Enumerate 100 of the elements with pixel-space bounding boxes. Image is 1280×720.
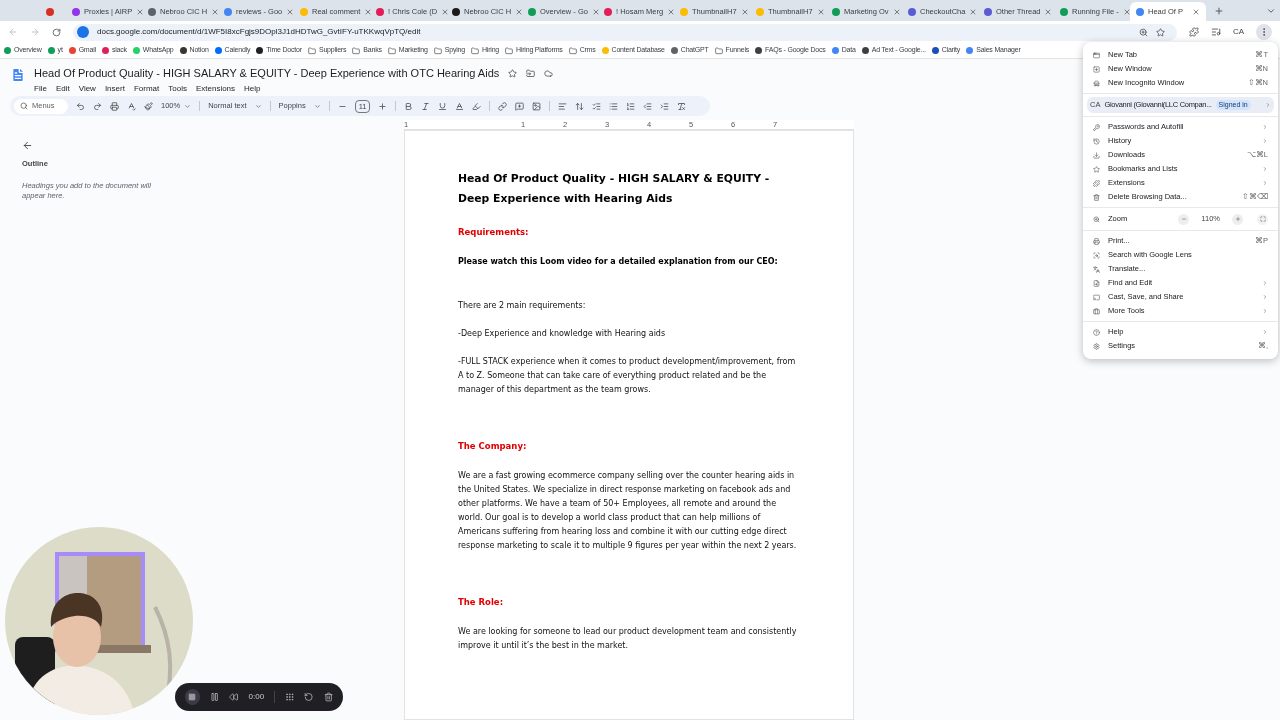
paragraph: -Deep Experience and knowledge with Hearing aids [458, 328, 667, 340]
stop-icon [188, 693, 197, 701]
numbered-list-icon[interactable] [626, 101, 636, 111]
close-icon[interactable] [136, 7, 145, 16]
undo-icon[interactable] [76, 101, 85, 111]
bullet-list-icon[interactable] [609, 101, 619, 111]
menu-item[interactable]: Format [133, 82, 160, 95]
indent-increase-icon[interactable] [660, 101, 670, 111]
folder-icon [352, 46, 361, 55]
indent-decrease-icon[interactable] [643, 101, 653, 111]
new-window-icon [1093, 65, 1100, 73]
zoom-icon[interactable] [1138, 27, 1148, 37]
line-spacing-icon[interactable] [575, 101, 585, 111]
close-icon[interactable] [1122, 7, 1131, 16]
extensions-icon[interactable] [1188, 27, 1199, 37]
puzzle-icon [1093, 179, 1100, 187]
close-icon[interactable] [441, 7, 450, 16]
star-icon [1093, 165, 1100, 173]
section-heading: The Company: [458, 440, 528, 453]
paragraph: Please watch this Loom video for a detailed explanation from our CEO: [458, 256, 779, 268]
comment-icon[interactable] [515, 101, 525, 111]
restart-icon[interactable] [304, 692, 314, 702]
folder-icon [568, 46, 577, 55]
plus-icon [1234, 216, 1241, 222]
bold-icon[interactable] [404, 101, 414, 111]
paragraph: We are a fast growing ecommerce company selling over the counter hearing aids in the United States. We specialize in direct response marketing on facebook ads and other platforms. We have a team of 50+ Employees, all remote and around the world. Our goal is to develop a world class product that can help millions of Americans suffering from hearing loss and combine it with our cutting edge direct response marketing to scale it to multiple 9 figures per year within the next 2 years. [458, 470, 798, 552]
redo-icon[interactable] [93, 101, 102, 111]
pause-icon[interactable] [209, 692, 220, 702]
image-icon[interactable] [532, 101, 542, 111]
menu-item[interactable]: Insert [104, 82, 125, 95]
text-color-icon[interactable] [455, 101, 465, 111]
menu-item[interactable]: Help [244, 82, 261, 95]
folder-icon [433, 46, 442, 55]
paragraph: There are 2 main requirements: [458, 300, 587, 312]
section-heading: The Role: [458, 596, 505, 609]
find-icon [1093, 279, 1100, 287]
close-icon[interactable] [515, 7, 524, 16]
site-info-icon[interactable] [77, 26, 89, 38]
chrome-menu-button[interactable] [1256, 24, 1272, 40]
close-icon[interactable] [591, 7, 600, 16]
close-icon[interactable] [364, 7, 373, 16]
close-icon[interactable] [211, 7, 220, 16]
back-icon[interactable] [22, 140, 33, 151]
close-icon[interactable] [667, 7, 676, 16]
profile-avatar[interactable]: CA [1232, 26, 1244, 38]
url-text: docs.google.com/document/d/1WF5I8xcFgjs9DOpl3J1dHDTwG_GvtIFY-uTKKwqVpTQ/edit [97, 26, 421, 38]
underline-icon[interactable] [438, 101, 448, 111]
new-tab-icon[interactable] [1214, 5, 1224, 16]
close-icon[interactable] [286, 7, 295, 16]
clear-formatting-icon[interactable] [677, 101, 687, 111]
rewind-icon[interactable] [229, 692, 239, 702]
zoom-in-button[interactable] [1232, 213, 1243, 225]
highlight-icon[interactable] [472, 101, 482, 111]
italic-icon[interactable] [421, 101, 431, 111]
increase-size-icon[interactable] [378, 101, 388, 111]
folder-icon [470, 46, 479, 55]
close-icon[interactable] [1192, 7, 1200, 16]
briefcase-icon [1093, 307, 1100, 315]
settings-icon [1093, 342, 1100, 350]
close-icon[interactable] [892, 7, 901, 16]
menu-item[interactable]: Edit [55, 82, 70, 95]
reload-icon[interactable] [52, 27, 61, 37]
menu-item[interactable]: Tools [168, 82, 187, 95]
menu-item[interactable]: File [34, 82, 47, 95]
link-icon[interactable] [498, 101, 508, 111]
paint-format-icon[interactable] [144, 101, 153, 111]
align-icon[interactable] [558, 101, 568, 111]
move-icon[interactable] [526, 68, 536, 78]
section-heading: Requirements: [458, 226, 530, 239]
close-icon[interactable] [1044, 7, 1053, 16]
folder-icon [714, 46, 723, 55]
trash-icon[interactable] [323, 692, 333, 702]
paragraph: We are looking for someone to lead our product development team and consistently improve it until it’s the best in the market. [458, 626, 798, 652]
checklist-icon[interactable] [592, 101, 602, 111]
menu-item[interactable]: View [78, 82, 96, 95]
cloud-icon[interactable] [544, 68, 554, 78]
address-bar[interactable]: docs.google.com/document/d/1WF5I8xcFgjs9DOpl3J1dHDTwG_GvtIFY-uTKKwqVpTQ/edit [73, 23, 1177, 41]
history-icon [1093, 137, 1100, 145]
menu-item[interactable]: Extensions [195, 82, 236, 95]
close-icon[interactable] [740, 7, 749, 16]
caret-icon [254, 102, 262, 110]
close-icon[interactable] [969, 7, 978, 16]
fullscreen-button[interactable] [1257, 213, 1268, 225]
print-icon[interactable] [110, 101, 119, 111]
caret-icon [313, 102, 321, 110]
docs-logo-icon[interactable] [10, 65, 26, 85]
download-icon [1093, 151, 1100, 159]
close-icon[interactable] [816, 7, 825, 16]
folder-icon [505, 46, 514, 55]
media-icon[interactable] [1210, 27, 1221, 37]
star-icon[interactable] [508, 68, 518, 78]
printer-icon [1093, 237, 1100, 245]
grid-icon[interactable] [285, 692, 295, 702]
stop-button[interactable] [185, 689, 200, 705]
spellcheck-icon[interactable] [127, 101, 136, 111]
bookmark-star-icon[interactable] [1155, 27, 1165, 37]
key-icon [1093, 123, 1100, 131]
folder-icon [387, 46, 396, 55]
document-title[interactable]: Head Of Product Quality - HIGH SALARY & EQUITY - Deep Experience with OTC Hearing Aids [34, 65, 500, 82]
trash-icon [1093, 193, 1100, 201]
